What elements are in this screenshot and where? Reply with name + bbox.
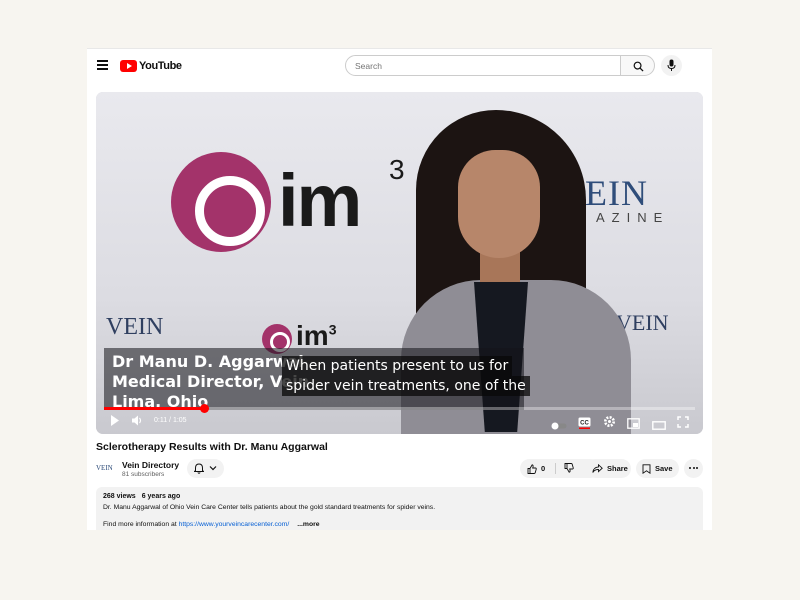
autoplay-toggle-icon <box>551 422 567 430</box>
theater-mode-button[interactable] <box>652 417 666 434</box>
search-button[interactable] <box>620 55 655 76</box>
fullscreen-icon <box>677 416 689 428</box>
voice-search-button[interactable] <box>661 55 682 76</box>
miniplayer-icon <box>627 418 640 429</box>
share-button[interactable]: Share <box>586 459 631 478</box>
fullscreen-button[interactable] <box>677 415 689 433</box>
search-input[interactable] <box>345 55 621 76</box>
youtube-logo[interactable]: YouTube <box>120 59 182 72</box>
show-more-button[interactable]: ...more <box>297 521 319 528</box>
miniplayer-button[interactable] <box>627 416 640 434</box>
video-title: Sclerotherapy Results with Dr. Manu Agga… <box>96 441 328 453</box>
captions: When patients present to us for spider v… <box>282 356 530 396</box>
theater-mode-icon <box>652 421 666 430</box>
microphone-icon <box>667 59 676 71</box>
im3-text: im <box>278 159 362 242</box>
search-icon <box>633 61 644 72</box>
settings-button[interactable] <box>603 415 616 433</box>
description-meta: 268 views 6 years ago <box>103 493 696 500</box>
view-count: 268 views <box>103 493 136 500</box>
vein-sign-left: VEIN <box>106 314 164 340</box>
thumbs-down-icon <box>564 463 574 473</box>
svg-text:CC: CC <box>580 421 589 427</box>
volume-icon <box>132 415 142 426</box>
autoplay-toggle[interactable] <box>551 417 567 434</box>
save-button[interactable]: Save <box>636 459 679 478</box>
dislike-button[interactable] <box>558 459 584 478</box>
youtube-logo-icon <box>120 59 137 72</box>
masthead: YouTube <box>87 49 712 83</box>
thumbs-up-icon <box>527 463 537 474</box>
logo-text: YouTube <box>139 59 182 72</box>
speaker-name: Dr Manu D. Aggarwal <box>112 352 304 371</box>
like-button[interactable]: 0 <box>520 459 553 478</box>
description-more-info: Find more information at https://www.you… <box>103 521 320 528</box>
chevron-down-icon <box>209 466 217 471</box>
caption-line: When patients present to us for <box>282 356 513 376</box>
save-icon <box>642 463 651 474</box>
play-button[interactable] <box>109 414 121 432</box>
description-box[interactable]: 268 views 6 years ago Dr. Manu Aggarwal o… <box>96 487 703 530</box>
channel-avatar[interactable]: VEIN <box>96 461 118 475</box>
browser-window: YouTube im 3 VEIN AZINE VEIN im3 VEIN Dr… <box>87 48 712 530</box>
notification-button[interactable] <box>187 459 224 478</box>
like-count: 0 <box>541 464 546 473</box>
settings-icon <box>604 416 615 427</box>
menu-icon[interactable] <box>97 60 108 70</box>
video-player[interactable]: im 3 VEIN AZINE VEIN im3 VEIN Dr Manu D.… <box>96 92 703 434</box>
play-icon <box>111 415 119 426</box>
upload-age: 6 years ago <box>141 493 181 500</box>
captions-icon: CC <box>578 417 591 429</box>
like-separator <box>555 463 556 474</box>
bell-icon <box>194 463 204 474</box>
captions-button[interactable]: CC <box>578 416 591 434</box>
description-text: Dr. Manu Aggarwal of Ohio Vein Care Cent… <box>103 504 436 511</box>
time-display: 0:11 / 1:05 <box>154 417 187 424</box>
save-label: Save <box>655 464 673 473</box>
im3-emblem <box>171 152 271 252</box>
description-link[interactable]: https://www.yourveincarecenter.com/ <box>179 521 290 528</box>
subscriber-count: 81 subscribers <box>122 471 165 478</box>
channel-name[interactable]: Vein Directory <box>122 460 179 470</box>
caption-line: spider vein treatments, one of the <box>282 376 530 396</box>
mute-button[interactable] <box>131 414 144 432</box>
share-icon <box>592 464 603 473</box>
share-label: Share <box>607 464 628 473</box>
player-controls: 0:11 / 1:05 CC <box>96 410 703 434</box>
speaker-role: Medical Director, Vein <box>112 372 310 391</box>
more-actions-button[interactable] <box>684 459 703 478</box>
